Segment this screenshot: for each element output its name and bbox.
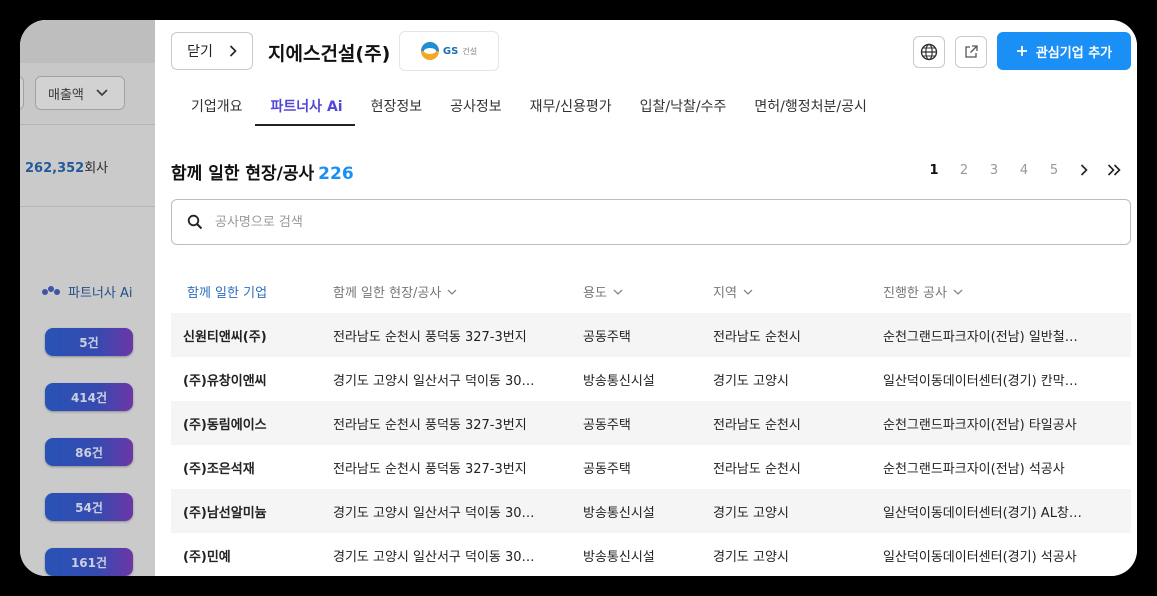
page-number[interactable]: 2	[949, 163, 979, 178]
table-row[interactable]: 신원티앤씨(주) 전라남도 순천시 풍덕동 327-3번지 공동주택 전라남도 …	[171, 313, 1131, 357]
page-number[interactable]: 3	[979, 163, 1009, 178]
table-row[interactable]: (주)동림에이스 전라남도 순천시 풍덕동 327-3번지 공동주택 전라남도 …	[171, 401, 1131, 445]
cell-region: 경기도 고양시	[713, 373, 789, 389]
background-panel: 매출액 262,352회사 파트너사 Ai 5건 414건 86건 54건 16…	[20, 20, 155, 576]
chevron-down-icon	[447, 289, 457, 295]
cell-partner: (주)동림에이스	[183, 417, 267, 433]
section-title: 함께 일한 현장/공사 226	[171, 164, 354, 184]
cell-usage: 방송통신시설	[583, 373, 655, 389]
cell-partner: (주)유창이앤씨	[183, 373, 267, 389]
cell-work: 일산덕이동데이터센터(경기) 석공사	[883, 549, 1077, 565]
pagination: 1 2 3 4 5	[919, 160, 1129, 180]
window-frame: 매출액 262,352회사 파트너사 Ai 5건 414건 86건 54건 16…	[20, 20, 1137, 576]
logo-sub: 건설	[462, 46, 478, 56]
cell-region: 전라남도 순천시	[713, 417, 801, 433]
globe-button[interactable]	[913, 36, 945, 68]
cell-site: 경기도 고양시 일산서구 덕이동 30…	[333, 373, 535, 389]
page-number[interactable]: 4	[1009, 163, 1039, 178]
table-row[interactable]: (주)남선알미늄 경기도 고양시 일산서구 덕이동 30… 방송통신시설 경기도…	[171, 489, 1131, 533]
cell-work: 순천그랜드파크자이(전남) 타일공사	[883, 417, 1077, 433]
plus-icon	[1016, 46, 1027, 56]
column-header-partner[interactable]: 함께 일한 기업	[171, 282, 333, 301]
tab-bidding[interactable]: 입찰/낙찰/수주	[624, 92, 739, 126]
next-page-button[interactable]	[1069, 160, 1099, 180]
external-link-icon	[965, 45, 978, 58]
cell-region: 전라남도 순천시	[713, 461, 801, 477]
cell-work: 순천그랜드파크자이(전남) 석공사	[883, 461, 1065, 477]
globe-icon	[920, 43, 938, 61]
page-number[interactable]: 1	[919, 163, 949, 178]
chevron-right-icon	[229, 45, 237, 57]
column-header-work[interactable]: 진행한 공사	[883, 282, 1131, 301]
search-box	[171, 199, 1131, 245]
cell-usage: 공동주택	[583, 417, 631, 433]
cell-usage: 공동주택	[583, 461, 631, 477]
company-logo: GS 건설	[399, 31, 499, 71]
chevron-down-icon	[953, 289, 963, 295]
company-detail-modal: 닫기 지에스건설(주) GS 건설 관심기업 추가 기업개요 파트너사 Ai 현…	[155, 20, 1137, 576]
tab-partners-ai[interactable]: 파트너사 Ai	[254, 92, 355, 126]
cell-region: 경기도 고양시	[713, 549, 789, 565]
cell-site: 전라남도 순천시 풍덕동 327-3번지	[333, 417, 527, 433]
search-icon	[187, 214, 203, 230]
table-row[interactable]: (주)민예 경기도 고양시 일산서구 덕이동 30… 방송통신시설 경기도 고양…	[171, 533, 1131, 576]
page-number[interactable]: 5	[1039, 163, 1069, 178]
column-header-site[interactable]: 함께 일한 현장/공사	[333, 282, 583, 301]
table-header: 함께 일한 기업 함께 일한 현장/공사 용도 지역 진행한 공사	[171, 270, 1131, 313]
gs-logo-icon	[420, 42, 439, 60]
chevron-down-icon	[613, 289, 623, 295]
tab-construction-info[interactable]: 공사정보	[434, 92, 514, 126]
column-header-region[interactable]: 지역	[713, 282, 883, 301]
cell-site: 경기도 고양시 일산서구 덕이동 30…	[333, 549, 535, 565]
add-favorite-company-button[interactable]: 관심기업 추가	[997, 32, 1131, 70]
column-header-usage[interactable]: 용도	[583, 282, 713, 301]
double-chevron-right-icon	[1107, 164, 1121, 176]
search-input[interactable]	[215, 214, 1015, 230]
cell-work: 일산덕이동데이터센터(경기) 칸막…	[883, 373, 1078, 389]
cell-site: 전라남도 순천시 풍덕동 327-3번지	[333, 461, 527, 477]
cell-partner: (주)조은석재	[183, 461, 255, 477]
cell-partner: (주)남선알미늄	[183, 505, 267, 521]
tab-license-disclosure[interactable]: 면허/행정처분/공시	[738, 92, 878, 126]
cell-site: 전라남도 순천시 풍덕동 327-3번지	[333, 329, 527, 345]
partners-table: 함께 일한 기업 함께 일한 현장/공사 용도 지역 진행한 공사 신원티앤씨(…	[171, 270, 1131, 576]
chevron-right-icon	[1080, 164, 1088, 176]
cell-work: 순천그랜드파크자이(전남) 일반철…	[883, 329, 1078, 345]
tab-finance-credit[interactable]: 재무/신용평가	[514, 92, 624, 126]
cell-usage: 방송통신시설	[583, 505, 655, 521]
background-shade	[20, 20, 155, 576]
close-button[interactable]: 닫기	[171, 32, 253, 70]
add-favorite-label: 관심기업 추가	[1035, 45, 1113, 61]
cell-region: 경기도 고양시	[713, 505, 789, 521]
cell-partner: 신원티앤씨(주)	[183, 329, 267, 345]
tab-bar: 기업개요 파트너사 Ai 현장정보 공사정보 재무/신용평가 입찰/낙찰/수주 …	[175, 92, 879, 126]
company-name: 지에스건설(주)	[268, 43, 391, 65]
cell-usage: 공동주택	[583, 329, 631, 345]
section-count: 226	[318, 164, 354, 184]
cell-region: 전라남도 순천시	[713, 329, 801, 345]
cell-work: 일산덕이동데이터센터(경기) AL창…	[883, 505, 1082, 521]
last-page-button[interactable]	[1099, 160, 1129, 180]
logo-text: GS	[442, 45, 459, 57]
external-link-button[interactable]	[955, 36, 987, 68]
cell-partner: (주)민예	[183, 549, 231, 565]
table-row[interactable]: (주)유창이앤씨 경기도 고양시 일산서구 덕이동 30… 방송통신시설 경기도…	[171, 357, 1131, 401]
tab-company-overview[interactable]: 기업개요	[175, 92, 255, 126]
cell-site: 경기도 고양시 일산서구 덕이동 30…	[333, 505, 535, 521]
close-button-label: 닫기	[187, 44, 213, 60]
table-row[interactable]: (주)조은석재 전라남도 순천시 풍덕동 327-3번지 공동주택 전라남도 순…	[171, 445, 1131, 489]
tab-site-info[interactable]: 현장정보	[355, 92, 435, 126]
chevron-down-icon	[743, 289, 753, 295]
cell-usage: 방송통신시설	[583, 549, 655, 565]
